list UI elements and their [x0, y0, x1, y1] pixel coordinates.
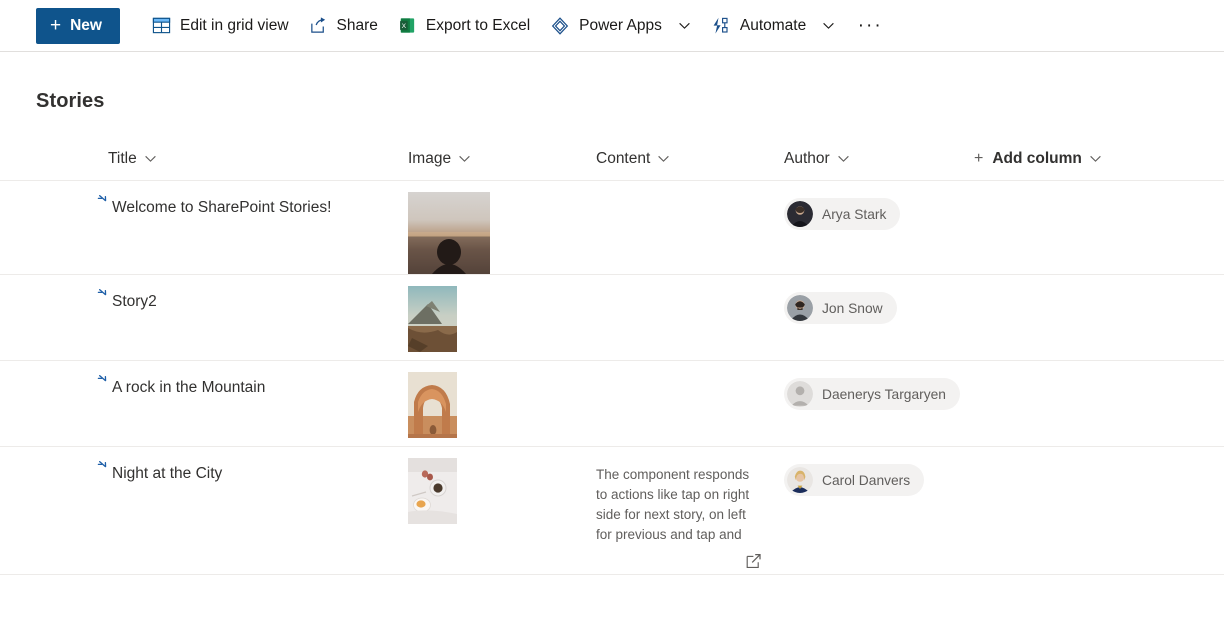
column-header-author[interactable]: Author: [784, 150, 974, 168]
automate-icon: [711, 16, 731, 36]
column-header-author-label: Author: [784, 149, 830, 167]
table-row[interactable]: Welcome to SharePoint Stories! Arya Star…: [0, 181, 1224, 275]
person-name: Arya Stark: [822, 206, 887, 222]
column-header-title[interactable]: Title: [36, 150, 408, 168]
ellipsis-icon: ···: [857, 14, 883, 36]
export-to-excel-label: Export to Excel: [425, 16, 531, 34]
table-row[interactable]: A rock in the Mountain Daenerys Targarye…: [0, 361, 1224, 447]
list-header-row: Title Image Content Author + Add column: [0, 137, 1224, 181]
row-title[interactable]: Night at the City: [112, 465, 222, 483]
new-button[interactable]: + New: [36, 7, 120, 44]
stories-list: Title Image Content Author + Add column …: [0, 137, 1224, 575]
content-text: The component responds to actions like t…: [596, 467, 750, 542]
chevron-down-icon[interactable]: [458, 152, 471, 165]
more-options-button[interactable]: ···: [853, 9, 887, 43]
cell-image: [408, 275, 596, 352]
person-chip[interactable]: Carol Danvers: [784, 464, 925, 496]
command-bar: + New Edit in grid view Share X Export t…: [0, 0, 1224, 52]
loading-spinner-icon: [97, 458, 111, 477]
row-title[interactable]: A rock in the Mountain: [112, 379, 265, 397]
thumbnail-image[interactable]: [408, 458, 457, 524]
cell-image: [408, 181, 596, 274]
share-label: Share: [336, 16, 378, 34]
new-button-label: New: [70, 16, 102, 34]
automate-button[interactable]: Automate: [701, 6, 845, 46]
person-name: Jon Snow: [822, 300, 883, 316]
open-in-new-window-icon[interactable]: [746, 553, 762, 574]
person-name: Daenerys Targaryen: [822, 386, 946, 402]
column-header-title-label: Title: [108, 149, 137, 167]
row-title[interactable]: Story2: [112, 293, 157, 311]
plus-icon: +: [50, 15, 62, 36]
avatar: [787, 201, 813, 227]
powerapps-icon: [550, 16, 570, 36]
cell-content: The component responds to actions like t…: [596, 447, 784, 568]
thumbnail-image[interactable]: [408, 192, 490, 274]
avatar: [787, 467, 813, 493]
thumbnail-image[interactable]: [408, 372, 457, 438]
person-chip[interactable]: Jon Snow: [784, 292, 897, 324]
loading-spinner-icon: [97, 286, 111, 305]
cell-title[interactable]: Story2: [36, 275, 408, 312]
avatar: [787, 295, 813, 321]
chevron-down-icon[interactable]: [837, 152, 850, 165]
edit-in-grid-view-button[interactable]: Edit in grid view: [142, 6, 299, 46]
loading-spinner-icon: [97, 372, 111, 391]
svg-text:X: X: [402, 23, 407, 30]
chevron-down-icon[interactable]: [678, 19, 691, 32]
cell-title[interactable]: Night at the City: [36, 447, 408, 484]
chevron-down-icon[interactable]: [657, 152, 670, 165]
chevron-down-icon[interactable]: [1089, 152, 1102, 165]
thumbnail-image[interactable]: [408, 286, 457, 352]
excel-icon: X: [398, 16, 417, 35]
column-header-image[interactable]: Image: [408, 150, 596, 168]
cell-content: [596, 361, 784, 379]
avatar: [787, 381, 813, 407]
power-apps-label: Power Apps: [579, 16, 662, 34]
export-to-excel-button[interactable]: X Export to Excel: [388, 6, 540, 46]
share-icon: [309, 16, 328, 35]
person-chip[interactable]: Daenerys Targaryen: [784, 378, 960, 410]
plus-icon: +: [974, 149, 984, 167]
loading-spinner-icon: [97, 192, 111, 211]
automate-label: Automate: [739, 16, 807, 34]
column-header-image-label: Image: [408, 149, 452, 167]
cell-author: Jon Snow: [784, 275, 974, 324]
add-column-button[interactable]: + Add column: [974, 150, 1184, 168]
cell-title[interactable]: A rock in the Mountain: [36, 361, 408, 398]
person-chip[interactable]: Arya Stark: [784, 198, 901, 230]
cell-title[interactable]: Welcome to SharePoint Stories!: [36, 181, 408, 218]
page-title: Stories: [36, 90, 105, 112]
edit-in-grid-view-label: Edit in grid view: [179, 16, 289, 34]
cell-content: [596, 275, 784, 293]
chevron-down-icon[interactable]: [822, 19, 835, 32]
row-title[interactable]: Welcome to SharePoint Stories!: [112, 199, 331, 217]
share-button[interactable]: Share: [299, 6, 388, 46]
cell-image: [408, 361, 596, 438]
power-apps-button[interactable]: Power Apps: [540, 6, 701, 46]
person-name: Carol Danvers: [822, 472, 911, 488]
table-row[interactable]: Story2 Jon Snow: [0, 275, 1224, 361]
chevron-down-icon[interactable]: [144, 152, 157, 165]
cell-author: Arya Stark: [784, 181, 974, 230]
cell-image: [408, 447, 596, 524]
add-column-label: Add column: [992, 149, 1082, 167]
grid-icon: [152, 16, 171, 35]
column-header-content[interactable]: Content: [596, 150, 784, 168]
cell-author: Carol Danvers: [784, 447, 974, 496]
table-row[interactable]: Night at the City The component responds…: [0, 447, 1224, 575]
cell-content: [596, 181, 784, 199]
column-header-content-label: Content: [596, 149, 651, 167]
cell-author: Daenerys Targaryen: [784, 361, 974, 410]
